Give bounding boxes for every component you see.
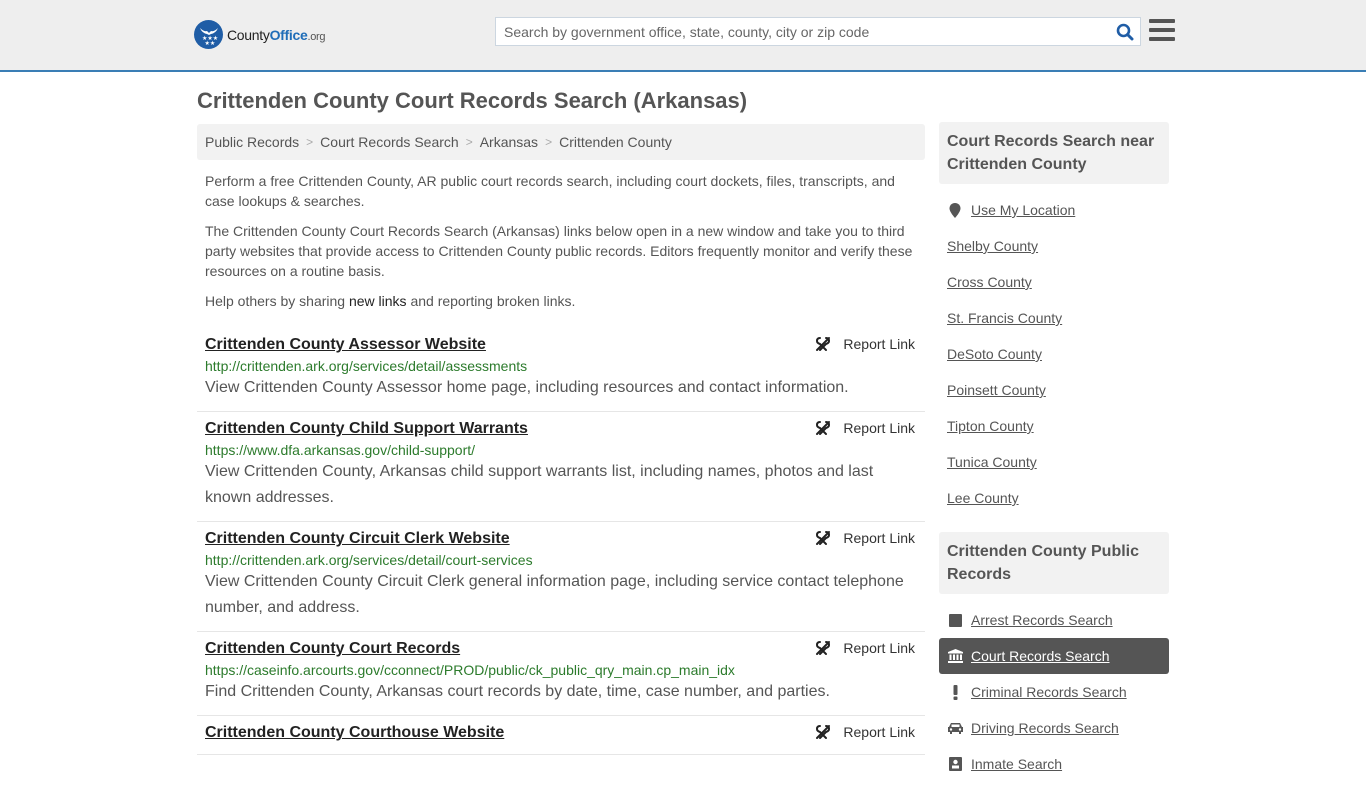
nearby-heading: Court Records Search near Crittenden Cou… [939, 122, 1169, 184]
report-link-button[interactable]: Report Link [815, 640, 915, 656]
result-title-link[interactable]: Crittenden County Child Support Warrants [205, 418, 528, 440]
sidebar-item-criminal-records[interactable]: Criminal Records Search [939, 674, 1169, 710]
inmate-icon [947, 757, 963, 771]
sidebar-link[interactable]: Inmate Search [971, 756, 1062, 772]
broken-link-icon [816, 337, 831, 351]
new-links-link[interactable]: new links [349, 293, 407, 309]
logo-wordmark: CountyOffice.org [227, 26, 326, 43]
breadcrumb: Public Records > Court Records Search > … [197, 124, 925, 160]
search-input[interactable] [496, 18, 1110, 45]
sidebar-item-driving-records[interactable]: Driving Records Search [939, 710, 1169, 746]
nearby-county-link[interactable]: Shelby County [947, 238, 1038, 254]
square-icon [947, 613, 963, 627]
sidebar-link[interactable]: Criminal Records Search [971, 684, 1127, 700]
results-list: Crittenden County Assessor Website http:… [197, 328, 925, 755]
result-item: Crittenden County Child Support Warrants… [197, 412, 925, 522]
broken-link-icon [816, 641, 831, 655]
breadcrumb-separator: > [545, 135, 553, 149]
courthouse-icon [947, 649, 963, 663]
nearby-county-item: DeSoto County [939, 336, 1169, 372]
site-header: ★★★ ★★ CountyOffice.org [0, 0, 1366, 72]
result-item: Crittenden County Circuit Clerk Website … [197, 522, 925, 632]
report-link-button[interactable]: Report Link [815, 336, 915, 352]
public-records-heading: Crittenden County Public Records [939, 532, 1169, 594]
broken-link-icon [816, 725, 831, 739]
result-description: View Crittenden County, Arkansas child s… [205, 463, 874, 506]
breadcrumb-current: Crittenden County [559, 134, 672, 150]
nearby-county-item: Shelby County [939, 228, 1169, 264]
nearby-county-item: St. Francis County [939, 300, 1169, 336]
eagle-stars-badge-icon: ★★★ ★★ [194, 20, 223, 49]
main-content: Public Records > Court Records Search > … [197, 124, 925, 755]
breadcrumb-separator: > [306, 135, 314, 149]
broken-link-icon [816, 531, 831, 545]
result-item: Crittenden County Court Records https://… [197, 632, 925, 716]
sidebar-item-inmate-search[interactable]: Inmate Search [939, 746, 1169, 782]
result-title-link[interactable]: Crittenden County Assessor Website [205, 334, 486, 356]
intro-text: Perform a free Crittenden County, AR pub… [197, 171, 925, 311]
intro-paragraph-1: Perform a free Crittenden County, AR pub… [205, 173, 895, 209]
intro-paragraph-3: Help others by sharing new links and rep… [205, 293, 576, 309]
svg-text:★★: ★★ [204, 40, 215, 45]
nearby-county-item: Cross County [939, 264, 1169, 300]
sidebar-link[interactable]: Arrest Records Search [971, 612, 1113, 628]
nearby-county-item: Tunica County [939, 444, 1169, 480]
result-item: Crittenden County Courthouse Website Rep… [197, 716, 925, 755]
search-icon [1116, 23, 1134, 40]
sidebar-link[interactable]: Driving Records Search [971, 720, 1119, 736]
result-url: http://crittenden.ark.org/services/detai… [205, 552, 533, 568]
result-url: https://www.dfa.arkansas.gov/child-suppo… [205, 442, 476, 458]
car-icon [947, 722, 963, 734]
search-button[interactable] [1110, 18, 1140, 45]
use-my-location-item: Use My Location [939, 192, 1169, 228]
nearby-county-item: Lee County [939, 480, 1169, 516]
nearby-county-link[interactable]: Tipton County [947, 418, 1034, 434]
result-item: Crittenden County Assessor Website http:… [197, 328, 925, 412]
breadcrumb-separator: > [465, 135, 473, 149]
nearby-county-link[interactable]: Lee County [947, 490, 1019, 506]
result-url: https://caseinfo.arcourts.gov/cconnect/P… [205, 662, 735, 678]
nearby-county-item: Tipton County [939, 408, 1169, 444]
report-link-button[interactable]: Report Link [815, 724, 915, 740]
intro-paragraph-2: The Crittenden County Court Records Sear… [205, 223, 913, 279]
site-search [495, 17, 1141, 46]
breadcrumb-court-records-search[interactable]: Court Records Search [320, 134, 459, 150]
nearby-county-link[interactable]: Poinsett County [947, 382, 1046, 398]
report-link-button[interactable]: Report Link [815, 420, 915, 436]
hamburger-menu-button[interactable] [1149, 19, 1175, 41]
map-pin-icon [947, 202, 963, 218]
nearby-county-link[interactable]: St. Francis County [947, 310, 1062, 326]
breadcrumb-public-records[interactable]: Public Records [205, 134, 299, 150]
nearby-county-link[interactable]: Tunica County [947, 454, 1037, 470]
sidebar: Court Records Search near Crittenden Cou… [939, 122, 1169, 790]
sidebar-link[interactable]: Court Records Search [971, 648, 1110, 664]
page-title: Crittenden County Court Records Search (… [197, 88, 748, 113]
nearby-county-link[interactable]: Cross County [947, 274, 1032, 290]
exclamation-icon [947, 684, 963, 700]
report-link-button[interactable]: Report Link [815, 530, 915, 546]
use-my-location-link[interactable]: Use My Location [971, 202, 1075, 218]
result-description: View Crittenden County Assessor home pag… [205, 379, 849, 396]
nearby-county-item: Poinsett County [939, 372, 1169, 408]
sidebar-item-arrest-records[interactable]: Arrest Records Search [939, 602, 1169, 638]
nearby-county-link[interactable]: DeSoto County [947, 346, 1042, 362]
result-url: http://crittenden.ark.org/services/detai… [205, 358, 528, 374]
public-records-list: Arrest Records Search Court Records Sear… [939, 594, 1169, 790]
result-title-link[interactable]: Crittenden County Court Records [205, 638, 460, 660]
hamburger-menu-icon [1149, 19, 1175, 23]
result-description: View Crittenden County Circuit Clerk gen… [205, 573, 904, 616]
logo-link[interactable]: ★★★ ★★ CountyOffice.org [194, 20, 326, 49]
result-title-link[interactable]: Crittenden County Circuit Clerk Website [205, 528, 510, 550]
result-description: Find Crittenden County, Arkansas court r… [205, 683, 830, 700]
breadcrumb-arkansas[interactable]: Arkansas [480, 134, 538, 150]
sidebar-item-court-records[interactable]: Court Records Search [939, 638, 1169, 674]
nearby-list: Use My Location Shelby County Cross Coun… [939, 184, 1169, 524]
broken-link-icon [816, 421, 831, 435]
result-title-link[interactable]: Crittenden County Courthouse Website [205, 722, 504, 744]
